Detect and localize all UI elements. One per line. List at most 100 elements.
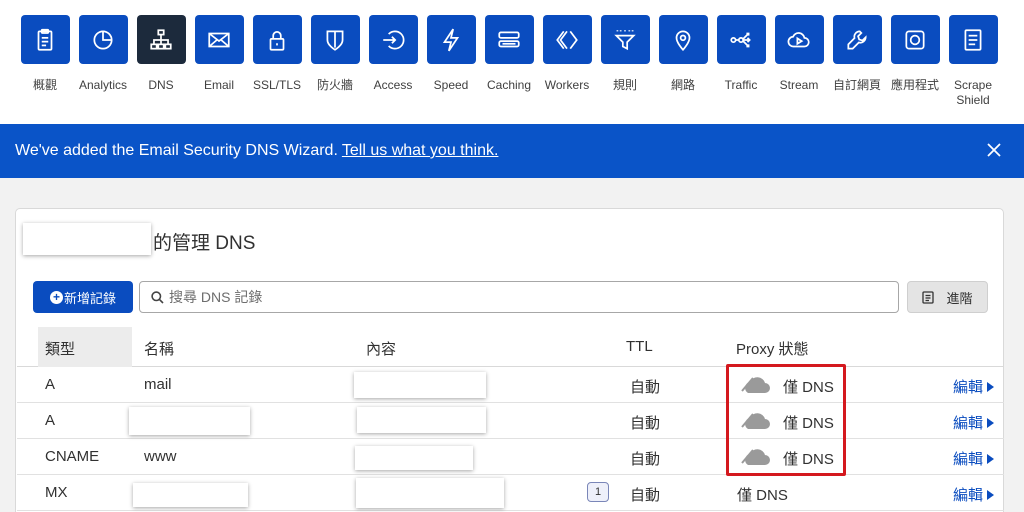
network-icon bbox=[150, 28, 172, 50]
banner-text: We've added the Email Security DNS Wizar… bbox=[15, 141, 498, 161]
table-row: A 自動 僅 DNS 編輯 bbox=[17, 403, 1004, 439]
table-row: CNAME www 自動 僅 DNS 編輯 bbox=[17, 439, 1004, 475]
search-input[interactable] bbox=[169, 287, 869, 307]
edit-record-link[interactable]: 編輯 bbox=[953, 484, 994, 505]
record-ttl: 自動 bbox=[630, 487, 661, 504]
nav-traffic[interactable]: Traffic bbox=[712, 15, 770, 93]
redacted-content bbox=[357, 407, 486, 433]
banner-message: We've added the Email Security DNS Wizar… bbox=[15, 142, 338, 159]
funnel-icon bbox=[614, 29, 636, 50]
cloud-off-icon bbox=[741, 377, 770, 393]
nav-custom-pages[interactable]: 自訂網頁 bbox=[828, 15, 886, 93]
nav-dns[interactable]: DNS bbox=[132, 15, 190, 93]
table-header: 類型 名稱 內容 TTL Proxy 狀態 bbox=[17, 327, 1004, 367]
nav-label: 自訂網頁 bbox=[832, 78, 881, 92]
nav-label: Scrape Shield bbox=[953, 78, 993, 107]
plus-icon: + bbox=[49, 290, 63, 304]
record-type: MX bbox=[45, 484, 68, 501]
proxy-status: 僅 DNS bbox=[783, 451, 834, 468]
nav-ssl-tls[interactable]: SSL/TLS bbox=[248, 15, 306, 93]
close-icon bbox=[987, 143, 1001, 157]
dns-management-card: 的管理 DNS + 新增記錄 進階 類型 名稱 內容 TTL Proxy 狀態 … bbox=[15, 208, 1004, 512]
traffic-share-icon bbox=[730, 32, 751, 47]
nav-label: 規則 bbox=[612, 78, 637, 92]
nav-firewall[interactable]: 防火牆 bbox=[306, 15, 364, 93]
redacted-content bbox=[354, 372, 486, 398]
record-ttl: 自動 bbox=[630, 379, 661, 396]
record-name: mail bbox=[144, 376, 172, 393]
record-type: CNAME bbox=[45, 448, 100, 465]
nav-access[interactable]: Access bbox=[364, 15, 422, 93]
location-pin-icon bbox=[675, 29, 691, 51]
record-type: A bbox=[45, 376, 56, 393]
proxy-status: 僅 DNS bbox=[737, 487, 788, 504]
nav-label: Stream bbox=[779, 78, 819, 92]
proxy-status: 僅 DNS bbox=[783, 415, 834, 432]
priority-badge: 1 bbox=[587, 482, 609, 502]
nav-rules[interactable]: 規則 bbox=[596, 15, 654, 93]
nav-label: Workers bbox=[544, 78, 590, 92]
nav-apps[interactable]: 應用程式 bbox=[886, 15, 944, 93]
document-icon bbox=[964, 28, 982, 51]
record-type: A bbox=[45, 412, 56, 429]
advanced-label: 進階 bbox=[946, 290, 973, 306]
nav-speed[interactable]: Speed bbox=[422, 15, 480, 93]
col-name[interactable]: 名稱 bbox=[144, 338, 174, 359]
edit-label: 編輯 bbox=[952, 451, 983, 468]
nav-label: DNS bbox=[148, 78, 174, 92]
table-row: A mail 自動 僅 DNS 編輯 bbox=[17, 367, 1004, 403]
dns-search-box[interactable] bbox=[139, 281, 899, 313]
edit-record-link[interactable]: 編輯 bbox=[953, 448, 994, 469]
advanced-button[interactable]: 進階 bbox=[907, 281, 988, 313]
nav-label: 防火牆 bbox=[316, 78, 353, 92]
record-name: www bbox=[144, 448, 177, 465]
col-content[interactable]: 內容 bbox=[366, 338, 396, 359]
server-stack-icon bbox=[498, 31, 520, 47]
nav-label: SSL/TLS bbox=[252, 78, 302, 92]
edit-record-link[interactable]: 編輯 bbox=[953, 412, 994, 433]
nav-overview[interactable]: 概觀 bbox=[16, 15, 74, 93]
workers-icon bbox=[556, 30, 578, 49]
nav-caching[interactable]: Caching bbox=[480, 15, 538, 93]
redacted-name bbox=[129, 407, 250, 435]
document-icon bbox=[922, 290, 935, 304]
caret-right-icon bbox=[987, 489, 994, 500]
edit-record-link[interactable]: 編輯 bbox=[953, 376, 994, 397]
nav-analytics[interactable]: Analytics bbox=[74, 15, 132, 93]
pie-chart-icon bbox=[93, 29, 113, 50]
nav-workers[interactable]: Workers bbox=[538, 15, 596, 93]
nav-email[interactable]: Email bbox=[190, 15, 248, 93]
cloud-off-icon bbox=[741, 449, 770, 465]
redacted-domain bbox=[23, 223, 151, 255]
top-navigation: 概觀 Analytics DNS Email SSL/TLS 防火牆 Acces… bbox=[0, 0, 1024, 124]
caret-right-icon bbox=[987, 417, 994, 428]
redacted-content bbox=[356, 478, 504, 508]
col-type[interactable]: 類型 bbox=[45, 338, 75, 359]
clipboard-icon bbox=[37, 28, 53, 51]
record-ttl: 自動 bbox=[630, 415, 661, 432]
col-proxy-status[interactable]: Proxy 狀態 bbox=[736, 338, 809, 359]
app-square-icon bbox=[905, 29, 925, 50]
shield-icon bbox=[326, 29, 344, 51]
nav-label: Speed bbox=[433, 78, 469, 92]
col-ttl[interactable]: TTL bbox=[626, 338, 653, 355]
edit-label: 編輯 bbox=[952, 487, 983, 504]
add-record-button[interactable]: + 新增記錄 bbox=[33, 281, 133, 313]
nav-label: Access bbox=[373, 78, 413, 92]
access-arrow-icon bbox=[383, 29, 405, 50]
nav-label: Traffic bbox=[724, 78, 758, 92]
nav-label: Email bbox=[203, 78, 234, 92]
redacted-content bbox=[355, 446, 473, 470]
banner-feedback-link[interactable]: Tell us what you think. bbox=[342, 142, 499, 159]
nav-network[interactable]: 網路 bbox=[654, 15, 712, 93]
nav-stream[interactable]: Stream bbox=[770, 15, 828, 93]
cloud-play-icon bbox=[787, 31, 810, 47]
envelope-icon bbox=[208, 32, 230, 47]
nav-label: Caching bbox=[486, 78, 532, 92]
caret-right-icon bbox=[987, 453, 994, 464]
banner-close-button[interactable] bbox=[984, 138, 1004, 162]
redacted-name bbox=[133, 483, 248, 507]
proxy-status: 僅 DNS bbox=[783, 379, 834, 396]
nav-scrape-shield[interactable]: Scrape Shield bbox=[944, 15, 1002, 108]
edit-label: 編輯 bbox=[952, 415, 983, 432]
